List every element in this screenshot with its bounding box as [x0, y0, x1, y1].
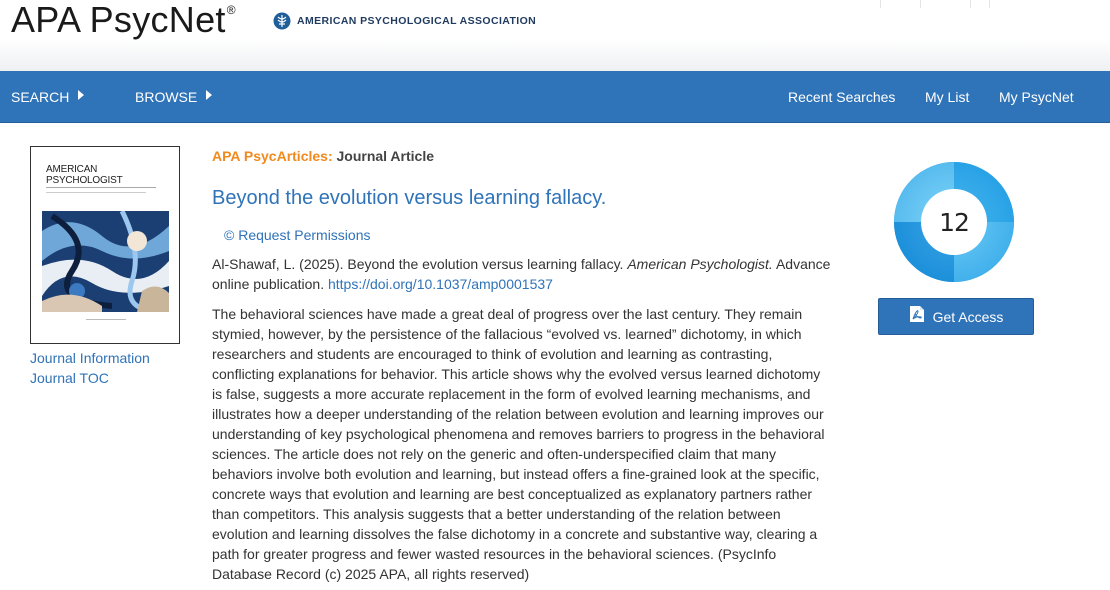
- nav-search[interactable]: SEARCH: [11, 71, 85, 123]
- cover-title-line2: PSYCHOLOGIST: [46, 175, 123, 186]
- caret-right-icon: [206, 90, 213, 100]
- cover-artwork: [42, 211, 169, 312]
- nav-search-label: SEARCH: [11, 89, 70, 105]
- record-type: Journal Article: [336, 148, 435, 164]
- request-permissions-link[interactable]: © Request Permissions: [224, 226, 370, 244]
- org-name: AMERICAN PSYCHOLOGICAL ASSOCIATION: [297, 15, 537, 27]
- cover-title-line1: AMERICAN: [46, 164, 98, 175]
- citation-journal: American Psychologist.: [627, 256, 773, 272]
- article-details: APA PsycArticles: Journal Article Beyond…: [212, 146, 832, 584]
- cover-rule: [86, 319, 126, 320]
- site-header: APA PsycNet® AMERICAN PSYCHOLOGICAL ASSO…: [0, 0, 1110, 71]
- nav-browse[interactable]: BROWSE: [135, 71, 213, 123]
- article-title[interactable]: Beyond the evolution versus learning fal…: [212, 186, 832, 210]
- pdf-icon: [909, 305, 924, 322]
- apa-organization-link[interactable]: AMERICAN PSYCHOLOGICAL ASSOCIATION: [273, 12, 536, 30]
- apa-psycnet-logo[interactable]: APA PsycNet®: [11, 0, 236, 48]
- doi-link[interactable]: https://doi.org/10.1037/amp0001537: [328, 276, 553, 292]
- cover-rule: [46, 187, 156, 189]
- cover-rule: [46, 192, 146, 193]
- citation: Al-Shawaf, L. (2025). Beyond the evoluti…: [212, 254, 832, 294]
- source-line: APA PsycArticles: Journal Article: [212, 146, 832, 166]
- journal-cover-image[interactable]: AMERICAN PSYCHOLOGIST: [30, 146, 180, 344]
- journal-toc-link[interactable]: Journal TOC: [30, 370, 109, 386]
- nav-my-list[interactable]: My List: [925, 71, 969, 123]
- get-access-button[interactable]: Get Access: [878, 298, 1034, 335]
- caret-right-icon: [78, 90, 85, 100]
- abstract: The behavioral sciences have made a grea…: [212, 306, 825, 582]
- registered-mark: ®: [226, 3, 236, 17]
- nav-browse-label: BROWSE: [135, 89, 198, 105]
- nav-my-psycnet[interactable]: My PsycNet: [999, 71, 1074, 123]
- journal-information-link[interactable]: Journal Information: [30, 350, 150, 366]
- citation-authors: Al-Shawaf, L. (2025). Beyond the evoluti…: [212, 256, 628, 272]
- nav-recent-searches[interactable]: Recent Searches: [788, 71, 895, 123]
- altmetric-score: 12: [939, 207, 970, 237]
- get-access-label: Get Access: [932, 308, 1004, 325]
- cover-title: AMERICAN PSYCHOLOGIST: [46, 164, 123, 186]
- main-navigation: SEARCH BROWSE Recent Searches My List My…: [0, 71, 1110, 123]
- apa-seal-icon: [273, 12, 291, 30]
- logo-text: APA PsycNet: [11, 0, 226, 40]
- altmetric-badge[interactable]: 12: [892, 160, 1016, 284]
- utility-links: [880, 0, 990, 8]
- database-name: APA PsycArticles:: [212, 148, 333, 164]
